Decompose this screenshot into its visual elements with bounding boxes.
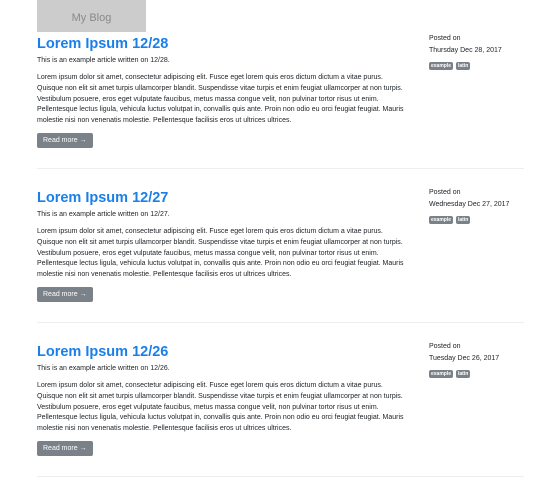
post-subtitle: This is an example article written on 12… [37, 365, 170, 372]
post-excerpt: Lorem ipsum dolor sit amet, consectetur … [37, 228, 404, 279]
posted-on-label: Posted on [429, 343, 461, 350]
post-title-link[interactable]: Lorem Ipsum 12/26 [37, 344, 168, 360]
post-excerpt: Lorem ipsum dolor sit amet, consectetur … [37, 74, 404, 125]
tag-badge[interactable]: latin [456, 370, 471, 378]
post-divider [37, 168, 524, 169]
post-meta: Posted on Thursday Dec 28, 2017 example … [429, 33, 502, 70]
posted-on-label: Posted on [429, 35, 461, 42]
tag-badge[interactable]: latin [456, 62, 471, 70]
blog-post: Lorem Ipsum 12/28 This is an example art… [37, 33, 524, 190]
read-more-button[interactable]: Read more → [37, 441, 93, 456]
post-title-link[interactable]: Lorem Ipsum 12/27 [37, 190, 168, 206]
tag-badge[interactable]: example [429, 62, 454, 70]
tag-list: example latin [429, 62, 502, 70]
read-more-button[interactable]: Read more → [37, 287, 93, 302]
tag-list: example latin [429, 370, 499, 378]
tag-badge[interactable]: example [429, 216, 454, 224]
post-subtitle: This is an example article written on 12… [37, 57, 170, 64]
blog-logo[interactable]: My Blog [37, 0, 146, 32]
post-date: Tuesday Dec 26, 2017 [429, 355, 500, 362]
post-subtitle: This is an example article written on 12… [37, 211, 170, 218]
tag-badge[interactable]: example [429, 370, 454, 378]
posted-on-label: Posted on [429, 189, 461, 196]
post-meta: Posted on Tuesday Dec 26, 2017 example l… [429, 341, 499, 378]
post-date: Wednesday Dec 27, 2017 [429, 201, 510, 208]
post-meta: Posted on Wednesday Dec 27, 2017 example… [429, 187, 509, 224]
tag-list: example latin [429, 216, 509, 224]
read-more-button[interactable]: Read more → [37, 133, 93, 148]
post-title-link[interactable]: Lorem Ipsum 12/28 [37, 36, 168, 52]
tag-badge[interactable]: latin [456, 216, 471, 224]
blog-post: Lorem Ipsum 12/27 This is an example art… [37, 187, 524, 344]
post-divider [37, 322, 524, 323]
post-excerpt: Lorem ipsum dolor sit amet, consectetur … [37, 382, 404, 433]
post-date: Thursday Dec 28, 2017 [429, 47, 502, 54]
post-divider [37, 476, 524, 477]
blog-post: Lorem Ipsum 12/26 This is an example art… [37, 341, 524, 498]
